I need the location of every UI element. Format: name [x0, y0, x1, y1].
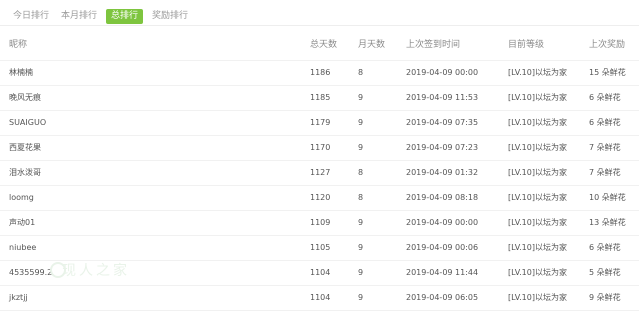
cell-month-days: 9: [358, 218, 364, 227]
cell-nickname[interactable]: 西夏花果: [9, 136, 41, 160]
cell-nickname[interactable]: 晚风无痕: [9, 86, 41, 110]
cell-month-days: 9: [358, 293, 364, 302]
cell-last-checkin: 2019-04-09 00:00: [406, 218, 479, 227]
cell-level: [LV.10]以坛为家: [508, 293, 567, 302]
cell-last-checkin: 2019-04-09 06:05: [406, 293, 479, 302]
cell-nickname[interactable]: 4535599.2: [9, 261, 52, 285]
table-row: 泪水泼哥 1127 8 2019-04-09 01:32 [LV.10]以坛为家 7 朵鲜…: [0, 161, 639, 186]
tab-today[interactable]: 今日排行: [10, 9, 52, 24]
cell-last-reward: 7 朵鲜花: [589, 168, 621, 177]
cell-month-days: 9: [358, 268, 364, 277]
table-row: niubee 1105 9 2019-04-09 00:06 [LV.10]以坛为家 6 …: [0, 236, 639, 261]
table-row: jkztjj 1104 9 2019-04-09 06:05 [LV.10]以坛为家 9 …: [0, 286, 639, 311]
cell-last-checkin: 2019-04-09 07:35: [406, 118, 479, 127]
header-month-days: 月天数: [358, 40, 386, 50]
cell-month-days: 9: [358, 93, 364, 102]
cell-nickname[interactable]: niubee: [9, 236, 36, 260]
ranking-tabs: 今日排行 本月排行 总排行 奖励排行: [10, 9, 197, 24]
cell-last-checkin: 2019-04-09 11:44: [406, 268, 479, 277]
cell-level: [LV.10]以坛为家: [508, 218, 567, 227]
tab-month[interactable]: 本月排行: [58, 9, 100, 24]
table-row: 4535599.2 1104 9 2019-04-09 11:44 [LV.10]以坛为…: [0, 261, 639, 286]
cell-last-reward: 13 朵鲜花: [589, 218, 626, 227]
cell-last-reward: 9 朵鲜花: [589, 293, 621, 302]
cell-level: [LV.10]以坛为家: [508, 168, 567, 177]
header-last-checkin: 上次签到时间: [406, 40, 461, 50]
cell-nickname[interactable]: 林楠楠: [9, 61, 33, 85]
cell-last-checkin: 2019-04-09 08:18: [406, 193, 479, 202]
table-row: 林楠楠 1186 8 2019-04-09 00:00 [LV.10]以坛为家 15 朵鲜…: [0, 61, 639, 86]
cell-last-checkin: 2019-04-09 07:23: [406, 143, 479, 152]
cell-total-days: 1120: [310, 193, 331, 202]
cell-total-days: 1109: [310, 218, 331, 227]
tabs-divider: [0, 25, 639, 26]
tab-total[interactable]: 总排行: [106, 9, 144, 24]
cell-total-days: 1104: [310, 293, 331, 302]
cell-last-reward: 6 朵鲜花: [589, 118, 621, 127]
table-row: SUAIGUO 1179 9 2019-04-09 07:35 [LV.10]以坛为家 6…: [0, 111, 639, 136]
cell-total-days: 1186: [310, 68, 331, 77]
cell-nickname[interactable]: loomg: [9, 186, 34, 210]
cell-level: [LV.10]以坛为家: [508, 143, 567, 152]
cell-last-checkin: 2019-04-09 00:00: [406, 68, 479, 77]
cell-month-days: 8: [358, 193, 364, 202]
cell-nickname[interactable]: 泪水泼哥: [9, 161, 41, 185]
header-total-days: 总天数: [310, 40, 338, 50]
cell-nickname[interactable]: jkztjj: [9, 286, 28, 310]
cell-last-reward: 5 朵鲜花: [589, 268, 621, 277]
cell-month-days: 9: [358, 243, 364, 252]
table-header-row: 昵称 总天数 月天数 上次签到时间 目前等级 上次奖励: [0, 30, 639, 61]
cell-level: [LV.10]以坛为家: [508, 118, 567, 127]
tab-reward[interactable]: 奖励排行: [149, 9, 191, 24]
cell-nickname[interactable]: SUAIGUO: [9, 111, 46, 135]
cell-month-days: 9: [358, 118, 364, 127]
table-row: loomg 1120 8 2019-04-09 08:18 [LV.10]以坛为家 10 …: [0, 186, 639, 211]
cell-level: [LV.10]以坛为家: [508, 68, 567, 77]
cell-month-days: 9: [358, 143, 364, 152]
table-row: 声动01 1109 9 2019-04-09 00:00 [LV.10]以坛为家 13 朵…: [0, 211, 639, 236]
cell-level: [LV.10]以坛为家: [508, 243, 567, 252]
cell-nickname[interactable]: 声动01: [9, 211, 35, 235]
cell-last-checkin: 2019-04-09 11:53: [406, 93, 479, 102]
cell-total-days: 1179: [310, 118, 331, 127]
cell-last-reward: 10 朵鲜花: [589, 193, 626, 202]
cell-last-reward: 6 朵鲜花: [589, 243, 621, 252]
cell-level: [LV.10]以坛为家: [508, 93, 567, 102]
cell-last-reward: 6 朵鲜花: [589, 93, 621, 102]
table-row: 晚风无痕 1185 9 2019-04-09 11:53 [LV.10]以坛为家 6 朵鲜…: [0, 86, 639, 111]
cell-last-checkin: 2019-04-09 00:06: [406, 243, 479, 252]
header-nickname: 昵称: [9, 40, 28, 50]
cell-total-days: 1170: [310, 143, 331, 152]
cell-total-days: 1105: [310, 243, 331, 252]
header-last-reward: 上次奖励: [589, 40, 626, 50]
cell-month-days: 8: [358, 68, 364, 77]
cell-last-reward: 15 朵鲜花: [589, 68, 626, 77]
table-row: 西夏花果 1170 9 2019-04-09 07:23 [LV.10]以坛为家 7 朵鲜…: [0, 136, 639, 161]
cell-last-checkin: 2019-04-09 01:32: [406, 168, 479, 177]
cell-total-days: 1104: [310, 268, 331, 277]
cell-month-days: 8: [358, 168, 364, 177]
cell-total-days: 1185: [310, 93, 331, 102]
ranking-table: 昵称 总天数 月天数 上次签到时间 目前等级 上次奖励 林楠楠 1186 8 2019…: [0, 30, 639, 311]
header-level: 目前等级: [508, 40, 545, 50]
cell-total-days: 1127: [310, 168, 331, 177]
cell-last-reward: 7 朵鲜花: [589, 143, 621, 152]
cell-level: [LV.10]以坛为家: [508, 193, 567, 202]
cell-level: [LV.10]以坛为家: [508, 268, 567, 277]
